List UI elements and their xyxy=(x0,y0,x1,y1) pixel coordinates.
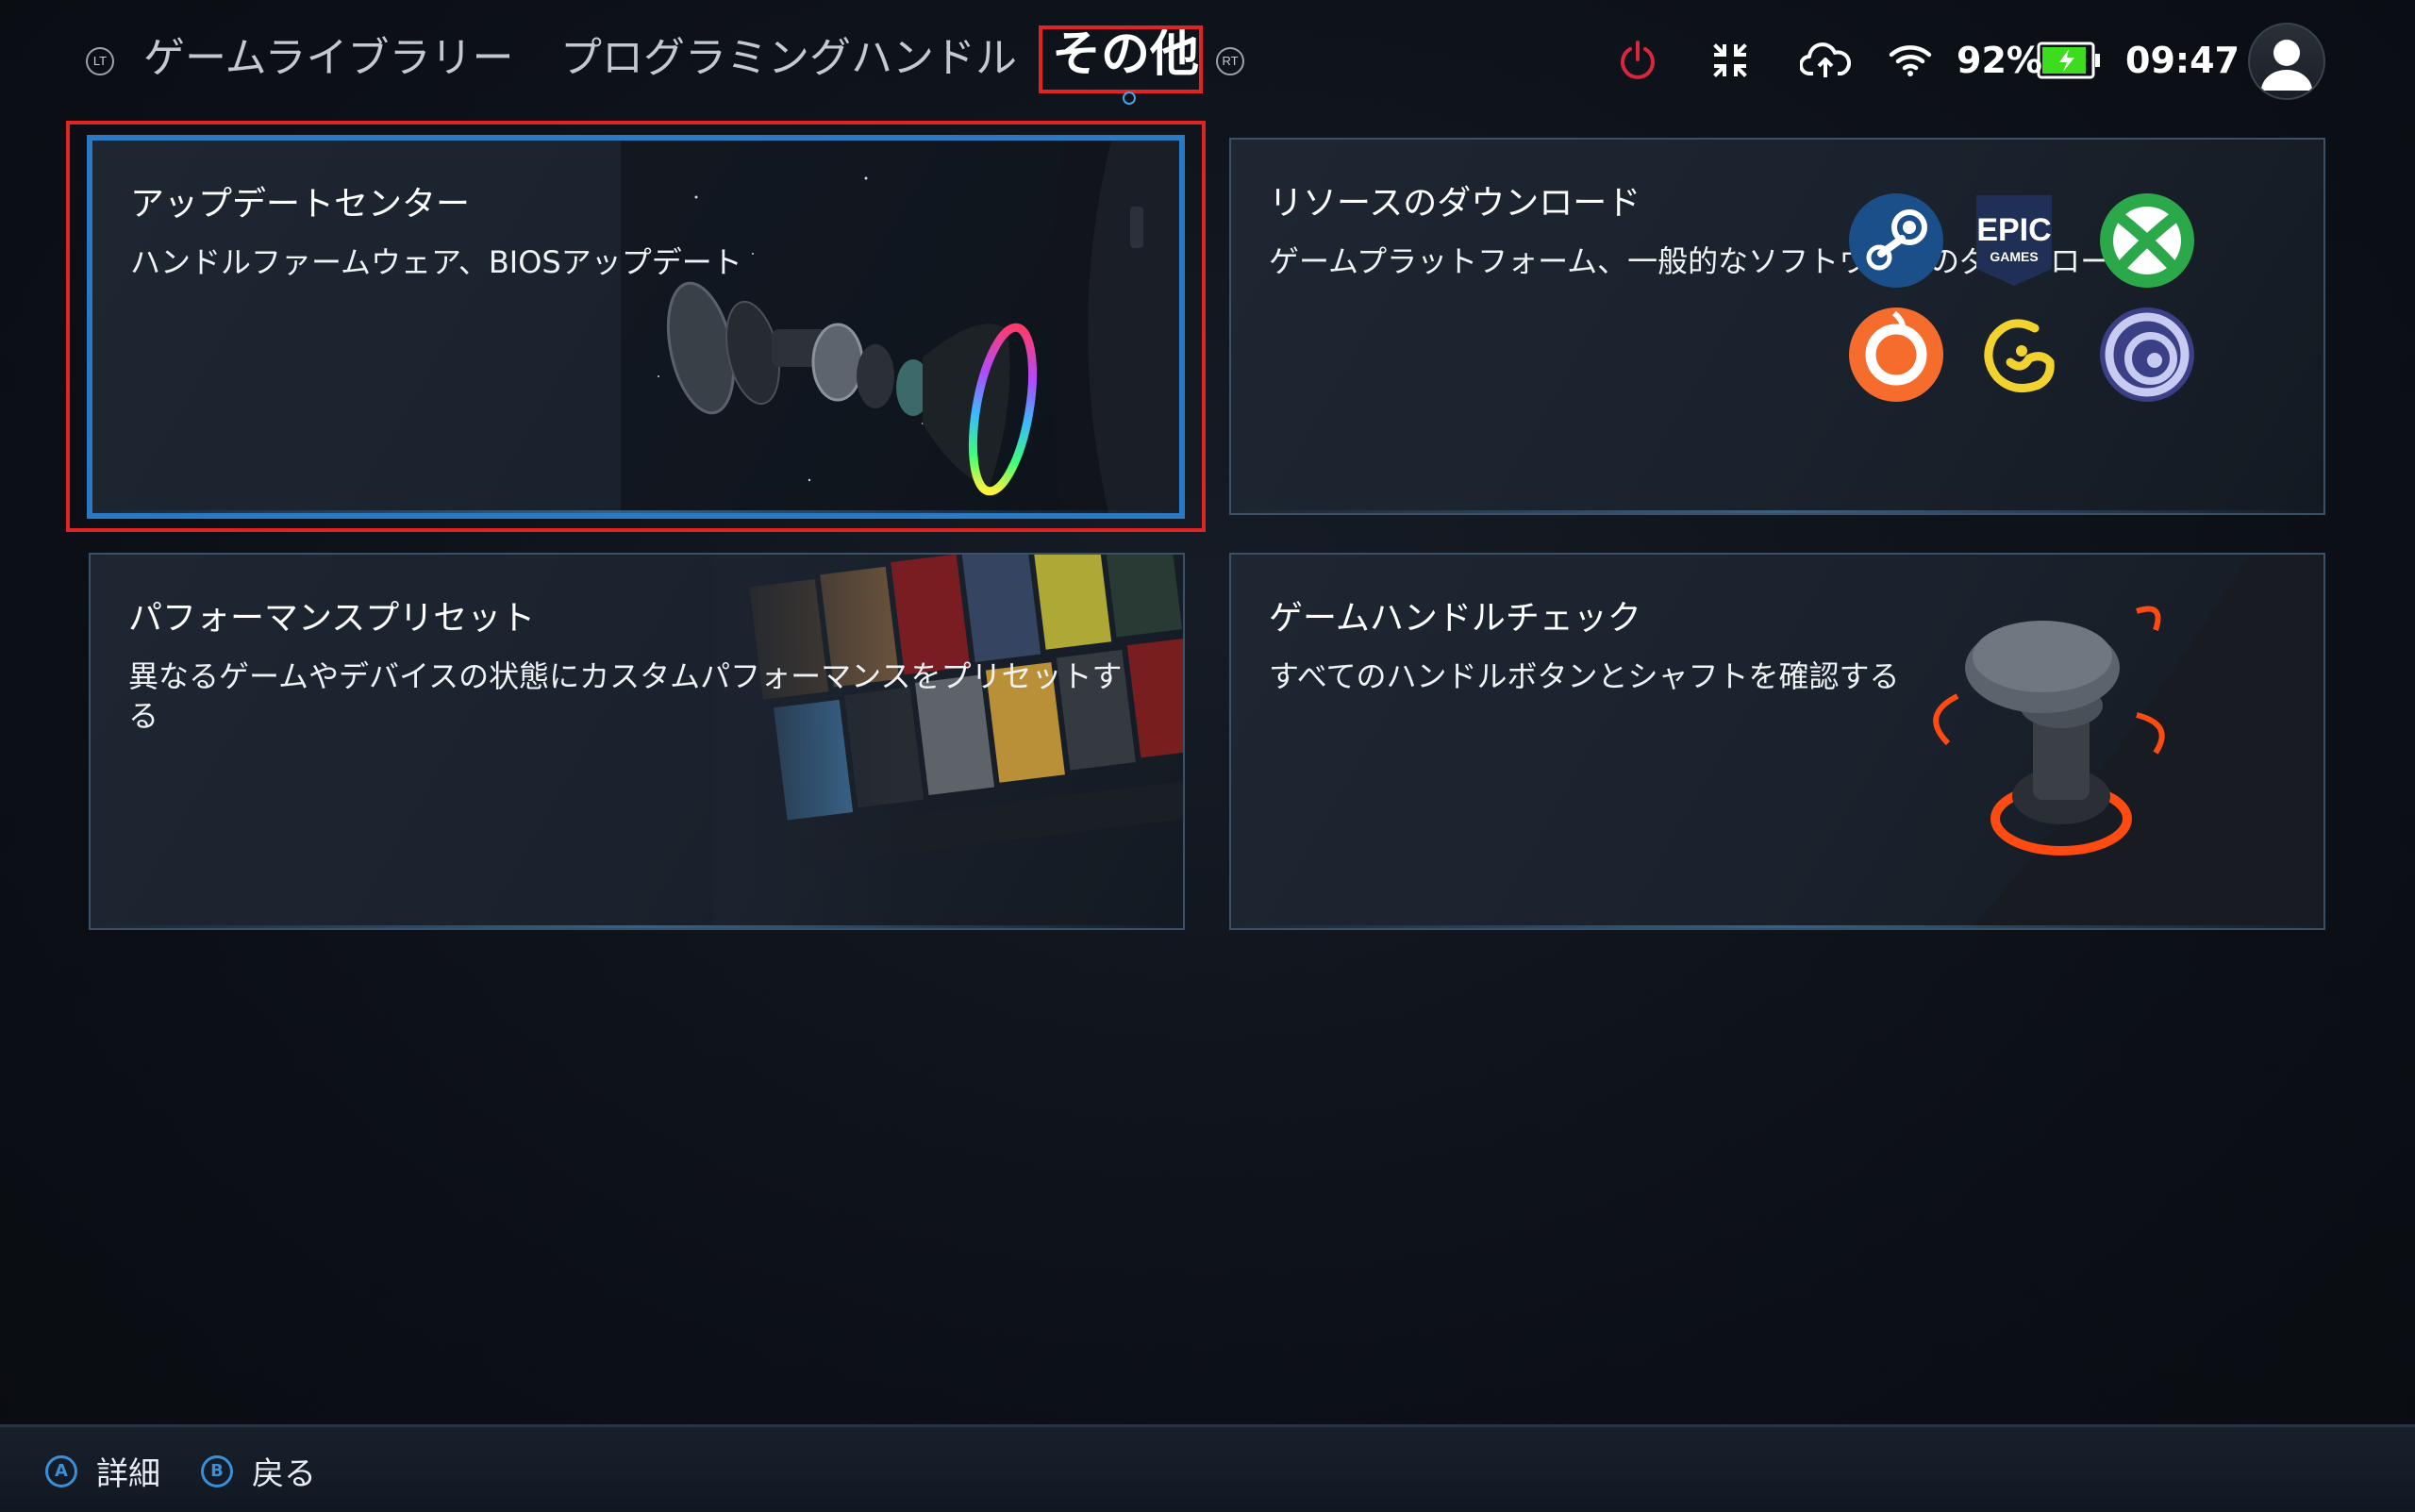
bottom-hint-bar xyxy=(0,1424,2415,1512)
card-description: ハンドルファームウェア、BIOSアップデート xyxy=(130,244,742,280)
joystick-exploded-illustration xyxy=(621,141,1179,513)
hint-details[interactable]: A 詳細 xyxy=(45,1448,160,1494)
ubisoft-logo-icon xyxy=(2100,307,2194,402)
thumbstick-illustration xyxy=(1933,555,2323,928)
card-update-center[interactable]: アップデートセンター ハンドルファームウェア、BIOSアップデート xyxy=(87,135,1185,519)
hint-label: 詳細 xyxy=(96,1455,160,1493)
user-avatar[interactable] xyxy=(2248,23,2325,100)
active-tab-indicator xyxy=(1123,91,1136,105)
steam-logo-icon xyxy=(1849,193,1943,288)
tab-game-library[interactable]: ゲームライブラリー xyxy=(143,28,513,89)
active-tab-highlight xyxy=(1039,25,1203,93)
card-description: 異なるゲームやデバイスの状態にカスタムパフォーマンスをプリセットする xyxy=(128,658,1123,734)
cloud-sync-icon[interactable] xyxy=(1797,28,1854,92)
card-title: ゲームハンドルチェック xyxy=(1269,599,1641,638)
card-title: アップデートセンター xyxy=(130,185,471,224)
xbox-logo-icon xyxy=(2100,193,2194,288)
origin-logo-icon xyxy=(1849,307,1943,402)
tab-programming-handle[interactable]: プログラミングハンドル xyxy=(560,28,1017,89)
hint-label: 戻る xyxy=(252,1455,316,1493)
battery-percent: 92% xyxy=(1957,40,2042,81)
wifi-icon[interactable] xyxy=(1882,28,1939,92)
card-title: パフォーマンスプリセット xyxy=(128,599,536,638)
card-resource-download[interactable]: リソースのダウンロード ゲームプラットフォーム、一般的なソフトウェアのダウンロー… xyxy=(1229,138,2325,515)
card-performance-preset[interactable]: パフォーマンスプリセット 異なるゲームやデバイスの状態にカスタムパフォーマンスを… xyxy=(89,553,1185,930)
wegame-logo-icon xyxy=(1984,319,2055,393)
card-gamepad-check[interactable]: ゲームハンドルチェック すべてのハンドルボタンとシャフトを確認する xyxy=(1229,553,2325,930)
b-button-icon: B xyxy=(201,1454,233,1487)
clock-time: 09:47 xyxy=(2125,40,2240,81)
game-covers-illustration xyxy=(713,555,1183,928)
power-icon[interactable] xyxy=(1613,28,1662,92)
epic-logo-text-bottom: GAMES xyxy=(1990,249,2038,264)
card-description: すべてのハンドルボタンとシャフトを確認する xyxy=(1269,658,1900,694)
rt-trigger-icon[interactable]: RT xyxy=(1216,47,1244,75)
top-bar: LT ゲームライブラリー プログラミングハンドル その他 RT 92% 09:4… xyxy=(0,0,2415,121)
epic-games-logo-icon: EPIC GAMES xyxy=(1976,195,2052,286)
battery-icon xyxy=(2036,28,2102,92)
a-button-icon: A xyxy=(45,1454,77,1487)
epic-logo-text-top: EPIC xyxy=(1976,212,2051,248)
hint-back[interactable]: B 戻る xyxy=(201,1448,316,1494)
lt-trigger-icon[interactable]: LT xyxy=(86,47,114,75)
fullscreen-exit-icon[interactable] xyxy=(1706,28,1755,92)
card-title: リソースのダウンロード xyxy=(1269,184,1641,223)
